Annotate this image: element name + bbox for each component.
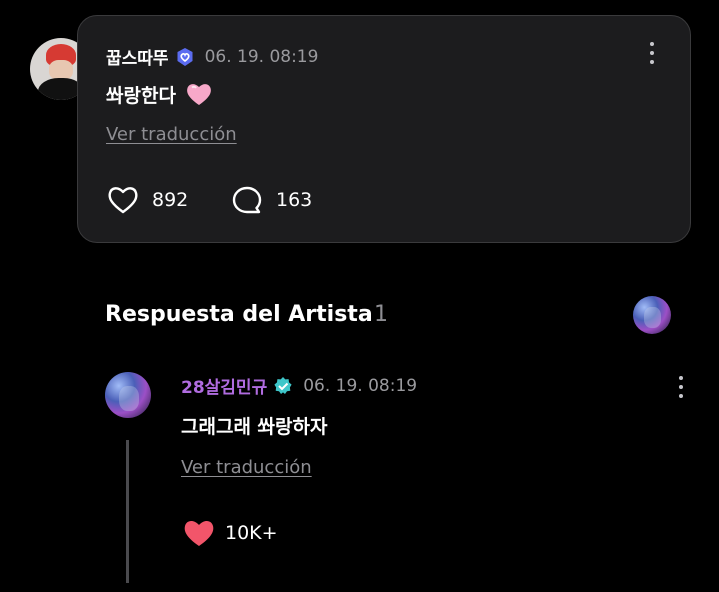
reply-timestamp: 06. 19. 08:19 (303, 375, 418, 396)
artist-avatar[interactable] (105, 372, 151, 418)
post-card: 꿉스따뚜 06. 19. 08:19 쏴랑한다 Ver traducción 8… (77, 15, 691, 243)
like-stat[interactable]: 892 (106, 184, 188, 216)
reply-like-stat[interactable]: 10K+ (181, 517, 278, 549)
like-count: 892 (152, 189, 189, 211)
reply-text: 그래그래 쏴랑하자 (181, 416, 328, 438)
reply-author-name[interactable]: 28살김민규 (181, 373, 267, 398)
post-text: 쏴랑한다 (106, 85, 176, 107)
reply-translate-link[interactable]: Ver traducción (181, 457, 312, 478)
reply-like-count: 10K+ (225, 522, 278, 544)
comment-stat[interactable]: 163 (230, 184, 312, 216)
avatar-face (118, 385, 140, 412)
pink-heart-emoji (186, 84, 211, 105)
artist-reply-count: 1 (374, 302, 388, 327)
artist-reply-title: Respuesta del Artista (105, 302, 373, 327)
artist-avatar-small[interactable] (633, 296, 671, 334)
post-header: 꿉스따뚜 06. 19. 08:19 (106, 44, 319, 70)
comment-count: 163 (276, 189, 313, 211)
avatar-face (644, 307, 662, 329)
more-vertical-icon[interactable] (669, 375, 693, 399)
fan-badge-icon (175, 47, 195, 67)
thread-line (126, 440, 129, 583)
post-author-name[interactable]: 꿉스따뚜 (106, 44, 169, 69)
more-vertical-icon[interactable] (640, 41, 664, 65)
heart-outline-icon[interactable] (106, 184, 140, 216)
post-text-row: 쏴랑한다 (106, 81, 213, 108)
translate-link[interactable]: Ver traducción (106, 124, 237, 145)
reply-header: 28살김민규 06. 19. 08:19 (181, 373, 418, 399)
avatar-face (49, 60, 73, 80)
post-timestamp: 06. 19. 08:19 (204, 46, 319, 67)
comment-bubble-icon[interactable] (230, 184, 264, 216)
heart-filled-icon[interactable] (181, 517, 217, 549)
artist-verified-icon (273, 376, 293, 396)
